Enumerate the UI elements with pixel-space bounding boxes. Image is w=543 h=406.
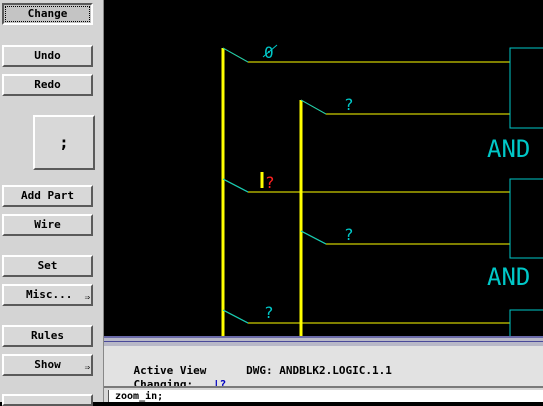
command-line[interactable]: zoom_in; <box>104 386 543 402</box>
dwg-value: ANDBLK2.LOGIC.1.1 <box>279 364 392 377</box>
schematic-drawing: 0 ? ? ? ? AND AND <box>104 0 543 336</box>
misc-button[interactable]: Misc... ⇒ <box>2 284 93 306</box>
net-label-q3: ? <box>344 225 354 244</box>
schematic-canvas[interactable]: 0 ? ? ? ? AND AND <box>104 0 543 336</box>
semicolon-button[interactable]: ; <box>33 115 95 170</box>
submenu-arrow-icon: ⇒ <box>84 363 90 373</box>
status-panel: Active View DWG: ANDBLK2.LOGIC.1.1 Chang… <box>104 346 543 391</box>
and-label-2: AND <box>487 263 530 291</box>
show-label: Show <box>34 358 61 371</box>
and-label-1: AND <box>487 135 530 163</box>
change-button[interactable]: Change <box>2 3 93 25</box>
command-input[interactable]: zoom_in; <box>108 390 543 402</box>
pane-divider[interactable] <box>104 336 543 346</box>
misc-label: Misc... <box>26 288 73 301</box>
wire-button[interactable]: Wire <box>2 214 93 236</box>
rules-button[interactable]: Rules <box>2 325 93 347</box>
add-part-button[interactable]: Add Part <box>2 185 93 207</box>
net-label-q-red: ? <box>265 173 275 192</box>
undo-button[interactable]: Undo <box>2 45 93 67</box>
set-button[interactable]: Set <box>2 255 93 277</box>
submenu-arrow-icon: ⇒ <box>84 293 90 303</box>
next-button[interactable] <box>2 394 93 406</box>
net-label-q4: ? <box>264 303 274 322</box>
net-label-q1: ? <box>344 95 354 114</box>
redo-button[interactable]: Redo <box>2 74 93 96</box>
dwg-label: DWG: <box>246 364 273 377</box>
command-sidebar: Change Undo Redo ; Add Part Wire Set Mis… <box>0 0 104 406</box>
show-button[interactable]: Show ⇒ <box>2 354 93 376</box>
